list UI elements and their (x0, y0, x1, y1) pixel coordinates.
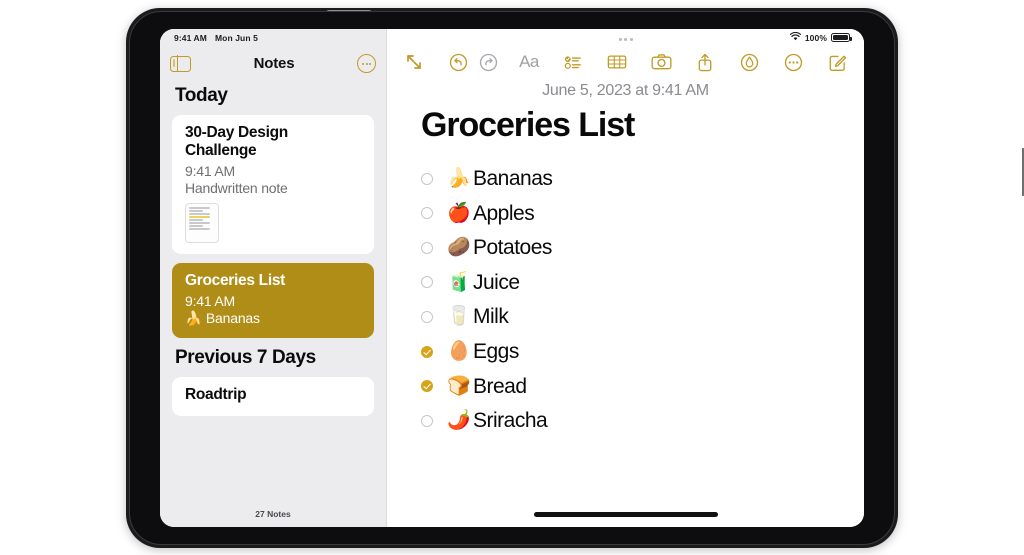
checklist-item-label: Apples (473, 201, 535, 225)
ipad-screen: 9:41 AM Mon Jun 5 100% Notes Today 30-Da… (160, 29, 864, 527)
checklist-item-bananas[interactable]: 🍌 Bananas (421, 167, 864, 190)
checkbox-checked-icon[interactable] (421, 345, 433, 358)
markup-pen-icon[interactable] (734, 47, 764, 77)
checklist-item-milk[interactable]: 🥛 Milk (421, 305, 864, 328)
sidebar-header: Notes (160, 29, 386, 81)
checklist-item-label: Eggs (473, 339, 519, 363)
checklist-item-bread[interactable]: 🍞 Bread (421, 375, 864, 398)
checkbox-checked-icon[interactable] (421, 380, 433, 393)
checkbox-unchecked-icon[interactable] (421, 414, 433, 427)
checklist-item-label: Bananas (473, 167, 553, 190)
note-more-icon[interactable] (778, 47, 808, 77)
egg-emoji: 🥚 (447, 341, 471, 363)
notes-count-footer: 27 Notes (160, 501, 386, 527)
note-toolbar: Aa (387, 29, 864, 81)
undo-icon[interactable] (443, 47, 473, 77)
checklist-item-sriracha[interactable]: 🌶️ Sriracha (421, 409, 864, 432)
note-title: 30-Day Design Challenge (185, 124, 288, 160)
banana-emoji: 🍌 (447, 168, 471, 190)
table-icon[interactable] (602, 47, 632, 77)
checklist-item-apples[interactable]: 🍎 Apples (421, 202, 864, 225)
checklist-item-label: Bread (473, 374, 527, 398)
note-timestamp: June 5, 2023 at 9:41 AM (542, 82, 709, 99)
sidebar-title: Notes (253, 55, 295, 72)
note-snippet: Handwritten note (185, 180, 288, 197)
bread-emoji: 🍞 (447, 375, 471, 397)
note-snippet: 🍌 Bananas (185, 310, 260, 327)
sidebar-more-icon[interactable] (357, 54, 376, 73)
note-time: 9:41 AM (185, 293, 235, 310)
checkbox-unchecked-icon[interactable] (421, 310, 433, 323)
note-detail-pane: Aa June 5, 2023 at 9:41 AM Groceries Lis… (386, 29, 864, 527)
share-icon[interactable] (690, 47, 720, 77)
note-list-item-design-challenge[interactable]: 30-Day Design Challenge 9:41 AM Handwrit… (172, 115, 374, 255)
notes-sidebar: Notes Today 30-Day Design Challenge 9:41… (160, 29, 386, 527)
juice-box-emoji: 🧃 (447, 271, 471, 293)
note-title: Roadtrip (185, 386, 247, 404)
notes-group-title-today: Today (175, 85, 228, 106)
potato-emoji: 🥔 (447, 237, 471, 259)
notes-group-title-previous-7-days: Previous 7 Days (175, 347, 316, 369)
chili-pepper-emoji: 🌶️ (447, 410, 471, 432)
checkbox-unchecked-icon[interactable] (421, 172, 433, 185)
milk-glass-emoji: 🥛 (447, 306, 471, 328)
checklist-item-label: Sriracha (473, 409, 548, 433)
checklist-item-juice[interactable]: 🧃 Juice (421, 271, 864, 294)
note-time: 9:41 AM (185, 163, 235, 180)
note-document[interactable]: June 5, 2023 at 9:41 AM Groceries List 🍌… (387, 81, 864, 527)
home-indicator[interactable] (533, 512, 718, 517)
checklist-icon[interactable] (558, 47, 588, 77)
sidebar-toggle-icon[interactable] (170, 54, 191, 73)
checklist-item-eggs[interactable]: 🥚 Eggs (421, 340, 864, 363)
note-list-item-groceries-list[interactable]: Groceries List 9:41 AM 🍌 Bananas (172, 263, 374, 339)
apple-emoji: 🍎 (447, 202, 471, 224)
checkbox-unchecked-icon[interactable] (421, 241, 433, 254)
screenshot-root: 9:41 AM Mon Jun 5 100% Notes Today 30-Da… (0, 0, 1024, 555)
note-title: Groceries List (185, 272, 286, 290)
format-text-button[interactable]: Aa (514, 47, 544, 77)
checklist-item-label: Potatoes (473, 236, 552, 260)
checkbox-unchecked-icon[interactable] (421, 276, 433, 289)
checklist-item-label: Milk (473, 305, 509, 329)
note-attachment-thumbnail (185, 203, 219, 244)
checkbox-unchecked-icon[interactable] (421, 207, 433, 220)
note-heading: Groceries List (421, 106, 635, 144)
checklist-item-label: Juice (473, 270, 520, 294)
compose-icon[interactable] (822, 47, 852, 77)
checklist-item-potatoes[interactable]: 🥔 Potatoes (421, 236, 864, 259)
camera-icon[interactable] (646, 47, 676, 77)
expand-arrows-icon[interactable] (399, 47, 429, 77)
redo-icon[interactable] (473, 47, 503, 77)
note-list-item-roadtrip[interactable]: Roadtrip (172, 377, 374, 416)
multitasking-handle[interactable] (618, 38, 633, 41)
notes-list[interactable]: Today 30-Day Design Challenge 9:41 AM Ha… (160, 81, 386, 501)
